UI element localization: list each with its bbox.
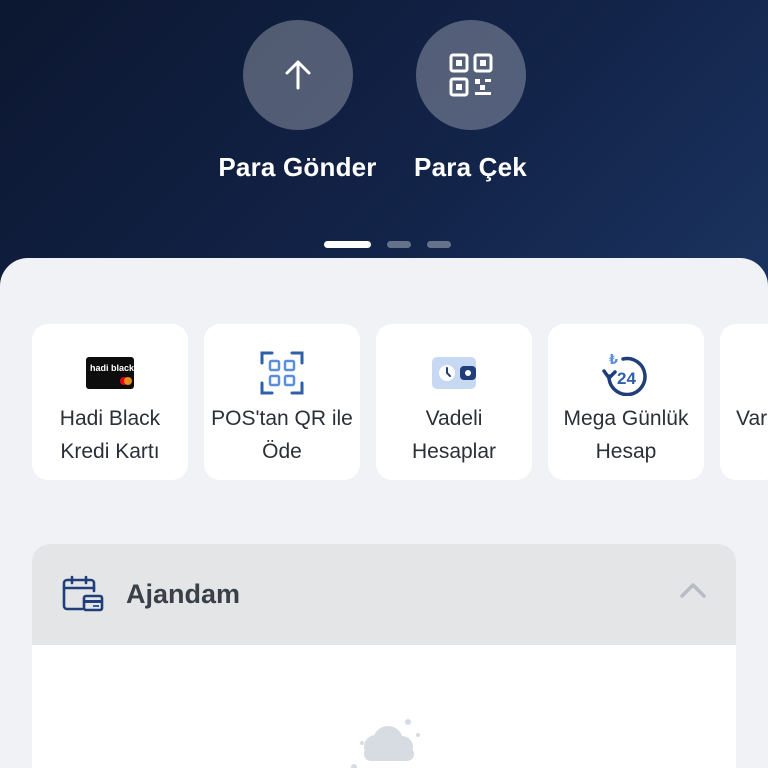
- wallet-clock-icon: [430, 352, 478, 394]
- page-dot-3[interactable]: [426, 241, 451, 248]
- qr-code-icon: [449, 53, 492, 97]
- shortcut-time-deposits[interactable]: Vadeli Hesaplar: [376, 324, 532, 480]
- withdraw-money-label: Para Çek: [414, 152, 527, 182]
- chevron-up-icon[interactable]: [680, 582, 706, 598]
- arrow-up-icon: [285, 60, 310, 90]
- cloud-icon: [351, 719, 420, 768]
- send-money-label: Para Gönder: [218, 152, 377, 182]
- shortcut-pos-qr-pay[interactable]: POS'tan QR ile Öde: [204, 324, 360, 480]
- svg-text:₺: ₺: [609, 353, 618, 368]
- lira-24-icon: 24 ₺: [601, 352, 651, 396]
- shortcut-label: Hadi Black Kredi Kartı: [59, 407, 161, 463]
- shortcut-hadi-black-card[interactable]: hadi black Hadi Black Kredi Kartı: [32, 324, 188, 480]
- withdraw-money-button[interactable]: Para Çek: [398, 20, 543, 183]
- shortcut-label: Mega Günlük Hesap: [563, 407, 689, 463]
- shortcut-label: POS'tan QR ile Öde: [211, 407, 353, 463]
- card-brand-text: hadi black: [90, 363, 134, 373]
- agenda-body: [32, 645, 736, 768]
- badge-24-text: 24: [617, 369, 636, 388]
- credit-card-icon: hadi black: [86, 352, 134, 394]
- hero-banner: Para Gönder Para Çek: [0, 0, 768, 300]
- page-dot-2[interactable]: [386, 241, 411, 248]
- send-money-button[interactable]: Para Gönder: [218, 20, 376, 183]
- agenda-panel: Ajandam: [32, 544, 736, 768]
- page-dot-1[interactable]: [323, 241, 371, 248]
- send-money-circle[interactable]: [242, 20, 353, 130]
- shortcuts-row: hadi black Hadi Black Kredi Kartı POS'ta…: [32, 324, 768, 480]
- shortcut-mega-daily-account[interactable]: 24 ₺ Mega Günlük Hesap: [548, 324, 704, 480]
- shortcut-label: Var: [736, 407, 768, 430]
- shortcut-partial[interactable]: Var: [720, 324, 768, 480]
- shortcut-label: Vadeli Hesaplar: [411, 407, 497, 463]
- agenda-title: Ajandam: [126, 579, 241, 609]
- content-sheet: hadi black Hadi Black Kredi Kartı POS'ta…: [0, 258, 768, 768]
- agenda-header[interactable]: Ajandam: [32, 544, 736, 645]
- page-indicator[interactable]: [0, 241, 768, 248]
- calendar-card-icon: [62, 575, 104, 611]
- withdraw-money-circle[interactable]: [415, 20, 526, 130]
- quick-actions: Para Gönder Para Çek: [0, 20, 768, 183]
- qr-scan-icon: [260, 351, 304, 395]
